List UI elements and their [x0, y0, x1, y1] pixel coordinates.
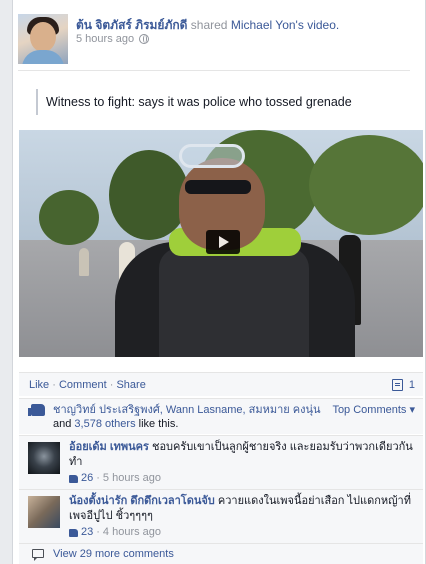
- comment-like-value: 23: [81, 526, 94, 538]
- commenter-avatar[interactable]: [28, 496, 60, 528]
- likers-names[interactable]: ชาญวิทย์ ประเสริฐพงศ์, Wann Lasname, สมห…: [53, 404, 321, 416]
- like-thumb-icon: [28, 404, 45, 416]
- post-meta: 5 hours ago: [76, 33, 150, 45]
- post-timestamp[interactable]: 5 hours ago: [76, 33, 134, 45]
- header-divider: [18, 70, 410, 71]
- commenter-name[interactable]: อ้อยเด้ม เทพนคร: [69, 441, 149, 453]
- author-name[interactable]: ต้น จิตภัสร์ ภิรมย์ภักดี: [76, 18, 187, 32]
- comment-link[interactable]: Comment: [59, 379, 107, 391]
- shared-action: shared: [190, 18, 228, 32]
- meta-separator: ·: [96, 526, 100, 538]
- comment-time[interactable]: 5 hours ago: [103, 471, 161, 486]
- view-more-label: View 29 more comments: [53, 548, 174, 560]
- shared-source-link[interactable]: Michael Yon's: [231, 18, 304, 32]
- comment-time[interactable]: 4 hours ago: [103, 525, 161, 540]
- share-icon: [391, 379, 403, 391]
- comment-item: อ้อยเด้ม เทพนคร ชอบครับเขาเป็นลูกผู้ชายจ…: [19, 435, 423, 489]
- comment-like-value: 26: [81, 472, 94, 484]
- like-link[interactable]: Like: [29, 379, 49, 391]
- shared-object-link[interactable]: video.: [307, 18, 339, 32]
- likes-summary: ชาญวิทย์ ประเสริฐพงศ์, Wann Lasname, สมห…: [19, 398, 423, 434]
- comment-meta: 23 · 4 hours ago: [69, 525, 415, 540]
- video-player[interactable]: [19, 130, 423, 357]
- comment-like-count[interactable]: 23: [69, 525, 93, 540]
- like-thumb-icon: [69, 474, 78, 483]
- action-separator: ·: [52, 379, 56, 391]
- comment-item: น้องตั้งน่ารัก ดึกดึกเวลาโดนจับ ควายแดงใ…: [19, 489, 423, 543]
- globe-icon[interactable]: [139, 34, 150, 44]
- share-count[interactable]: 1: [391, 373, 415, 397]
- post-header: ต้น จิตภัสร์ ภิรมย์ภักดี shared Michael …: [18, 14, 416, 70]
- share-link[interactable]: Share: [116, 379, 145, 391]
- commenter-name[interactable]: น้องตั้งน่ารัก ดึกดึกเวลาโดนจับ: [69, 495, 215, 507]
- likes-and: and: [53, 418, 72, 430]
- post-quote: Witness to fight: says it was police who…: [36, 89, 396, 115]
- share-count-value: 1: [408, 379, 415, 391]
- like-thumb-icon: [69, 528, 78, 537]
- view-more-comments-link[interactable]: View 29 more comments: [19, 543, 423, 564]
- comment-like-count[interactable]: 26: [69, 471, 93, 486]
- comment-sort-dropdown[interactable]: Top Comments ▾: [332, 403, 415, 417]
- comment-bubble-icon: [32, 549, 44, 561]
- likes-others-link[interactable]: 3,578 others: [74, 418, 135, 430]
- action-separator: ·: [109, 379, 114, 391]
- author-avatar[interactable]: [18, 14, 68, 64]
- commenter-avatar[interactable]: [28, 442, 60, 474]
- likes-suffix: like this.: [138, 418, 179, 430]
- play-icon[interactable]: [206, 230, 240, 254]
- action-bar: Like · Comment · Share 1: [19, 372, 423, 396]
- comment-meta: 26 · 5 hours ago: [69, 471, 415, 486]
- meta-separator: ·: [96, 472, 100, 484]
